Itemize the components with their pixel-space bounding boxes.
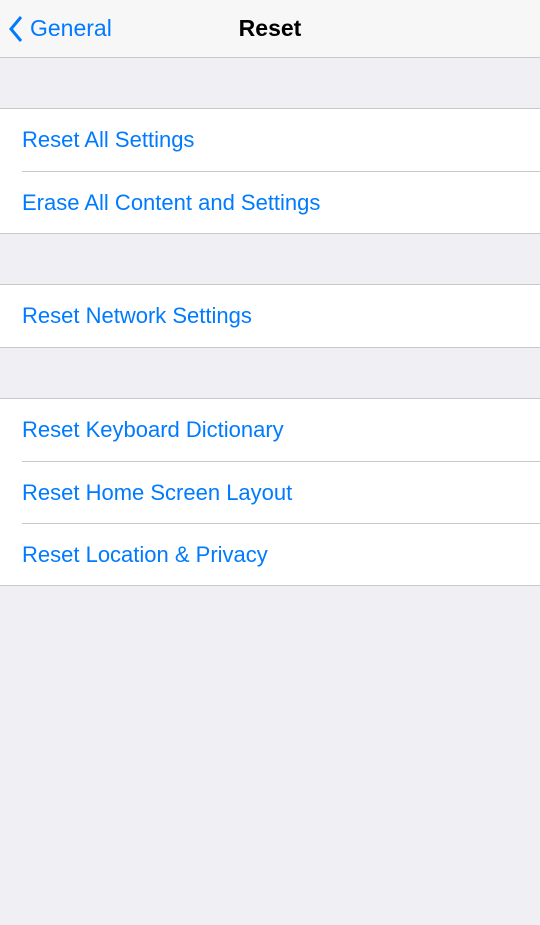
reset-keyboard-dictionary[interactable]: Reset Keyboard Dictionary — [0, 399, 540, 461]
back-button[interactable]: General — [0, 0, 112, 57]
row-label: Reset Network Settings — [22, 303, 252, 329]
erase-all-content-and-settings[interactable]: Erase All Content and Settings — [22, 171, 540, 233]
reset-all-settings[interactable]: Reset All Settings — [0, 109, 540, 171]
row-label: Reset All Settings — [22, 127, 194, 153]
group-1: Reset All Settings Erase All Content and… — [0, 108, 540, 234]
nav-bar: General Reset — [0, 0, 540, 58]
row-label: Reset Location & Privacy — [22, 542, 268, 568]
spacer — [0, 348, 540, 398]
spacer — [0, 58, 540, 108]
reset-home-screen-layout[interactable]: Reset Home Screen Layout — [22, 461, 540, 523]
spacer — [0, 234, 540, 284]
group-2: Reset Network Settings — [0, 284, 540, 348]
chevron-left-icon — [8, 15, 24, 43]
group-3: Reset Keyboard Dictionary Reset Home Scr… — [0, 398, 540, 586]
reset-location-and-privacy[interactable]: Reset Location & Privacy — [22, 523, 540, 585]
reset-network-settings[interactable]: Reset Network Settings — [0, 285, 540, 347]
row-label: Reset Keyboard Dictionary — [22, 417, 284, 443]
row-label: Erase All Content and Settings — [22, 190, 320, 216]
row-label: Reset Home Screen Layout — [22, 480, 292, 506]
back-label: General — [30, 15, 112, 42]
